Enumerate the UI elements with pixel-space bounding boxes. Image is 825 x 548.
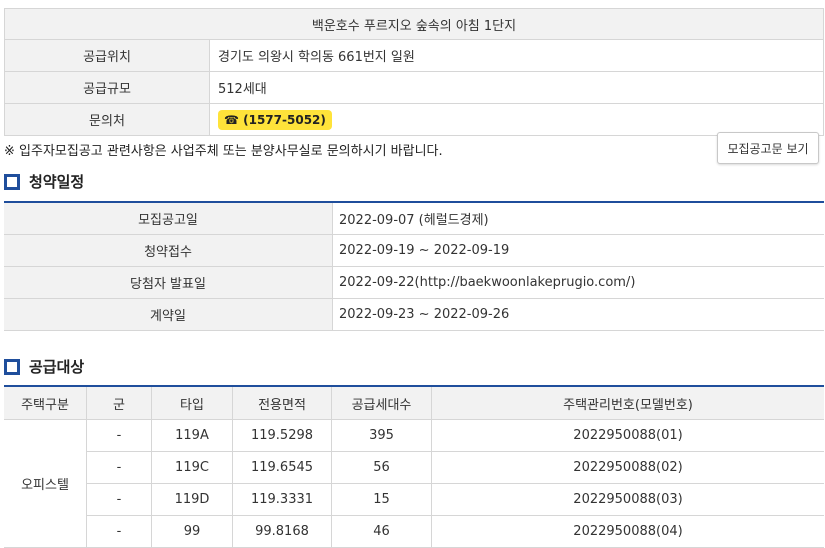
col-header-type: 타입 [151, 386, 233, 420]
square-bullet-icon [4, 173, 20, 190]
schedule-row-value: 2022-09-22(http://baekwoonlakeprugio.com… [332, 266, 824, 299]
cell-management-no: 2022950088(01) [431, 419, 824, 452]
cell-units: 395 [331, 419, 432, 452]
cell-group: - [86, 419, 152, 452]
cell-type: 119C [151, 451, 233, 484]
cell-units: 56 [331, 451, 432, 484]
contact-label: 문의처 [4, 103, 210, 136]
schedule-row-label: 청약접수 [4, 234, 333, 267]
col-header-housing-type: 주택구분 [4, 386, 87, 420]
cell-management-no: 2022950088(02) [431, 451, 824, 484]
schedule-heading-text: 청약일정 [29, 173, 85, 191]
cell-management-no: 2022950088(03) [431, 483, 824, 516]
complex-info-table: 백운호수 푸르지오 숲속의 아침 1단지 공급위치 경기도 의왕시 학의동 66… [4, 8, 824, 136]
schedule-row-label: 모집공고일 [4, 202, 333, 235]
supply-heading-text: 공급대상 [29, 358, 85, 376]
schedule-heading: 청약일정 [4, 171, 84, 192]
schedule-row-label: 계약일 [4, 298, 333, 331]
square-bullet-icon [4, 358, 20, 375]
cell-area: 119.3331 [232, 483, 332, 516]
cell-type: 119A [151, 419, 233, 452]
housing-category: 오피스텔 [4, 419, 87, 548]
cell-type: 119D [151, 483, 233, 516]
schedule-table: 모집공고일 2022-09-07 (헤럴드경제) 청약접수 2022-09-19… [4, 201, 824, 331]
table-row: 오피스텔 - 119A 119.5298 395 2022950088(01) [4, 419, 824, 548]
cell-group: - [86, 483, 152, 516]
cell-group: - [86, 451, 152, 484]
cell-area: 119.6545 [232, 451, 332, 484]
schedule-row-label: 당첨자 발표일 [4, 266, 333, 299]
col-header-group: 군 [86, 386, 152, 420]
location-value: 경기도 의왕시 학의동 661번지 일원 [209, 39, 824, 72]
table-row: - 119D 119.3331 15 2022950088(03) [4, 483, 824, 516]
col-header-units: 공급세대수 [331, 386, 432, 420]
schedule-row-value: 2022-09-07 (헤럴드경제) [332, 202, 824, 235]
cell-area: 119.5298 [232, 419, 332, 452]
schedule-row-value: 2022-09-19 ~ 2022-09-19 [332, 234, 824, 267]
notice-text: ※ 입주자모집공고 관련사항은 사업주체 또는 분양사무실로 문의하시기 바랍니… [4, 144, 443, 159]
complex-title: 백운호수 푸르지오 숲속의 아침 1단지 [4, 8, 824, 40]
supply-table: 주택구분 군 타입 전용면적 공급세대수 주택관리번호(모델번호) 오피스텔 -… [4, 385, 824, 548]
schedule-row-value: 2022-09-23 ~ 2022-09-26 [332, 298, 824, 331]
table-row: - 119C 119.6545 56 2022950088(02) [4, 451, 824, 484]
col-header-area: 전용면적 [232, 386, 332, 420]
cell-units: 15 [331, 483, 432, 516]
supply-heading: 공급대상 [4, 356, 84, 377]
view-notice-button[interactable]: 모집공고문 보기 [717, 132, 819, 164]
location-label: 공급위치 [4, 39, 210, 72]
scale-label: 공급규모 [4, 71, 210, 104]
phone-badge[interactable]: ☎ (1577-5052) [218, 109, 332, 130]
col-header-management-no: 주택관리번호(모델번호) [431, 386, 824, 420]
scale-value: 512세대 [209, 71, 824, 104]
